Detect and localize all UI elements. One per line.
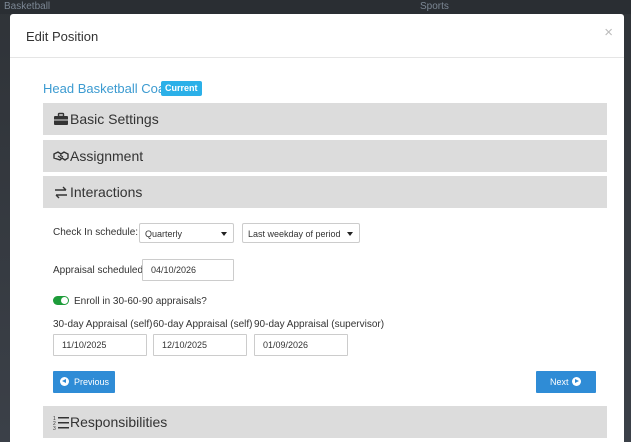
enroll-label: Enroll in 30-60-90 appraisals? bbox=[74, 296, 207, 307]
close-icon[interactable]: × bbox=[604, 24, 613, 41]
edit-position-modal: Edit Position × Head Basketball Coach Cu… bbox=[10, 14, 624, 442]
position-title-link[interactable]: Head Basketball Coach bbox=[43, 81, 179, 96]
period-value: Last weekday of period bbox=[248, 229, 341, 239]
enroll-toggle[interactable] bbox=[53, 296, 69, 305]
appraisal-30-label: 30-day Appraisal (self) bbox=[53, 319, 153, 330]
appraisal-90-input[interactable]: 01/09/2026 bbox=[254, 334, 348, 356]
period-select[interactable]: Last weekday of period bbox=[242, 223, 360, 243]
previous-button-label: Previous bbox=[74, 377, 110, 387]
handshake-icon bbox=[53, 151, 69, 161]
section-basic-settings[interactable]: Basic Settings bbox=[43, 103, 607, 135]
appraisal-scheduled-label: Appraisal scheduled: bbox=[53, 265, 146, 276]
appraisal-60-label: 60-day Appraisal (self) bbox=[153, 319, 253, 330]
section-responsibilities[interactable]: 1 2 3 Responsibilities bbox=[43, 406, 607, 438]
list-ol-icon: 1 2 3 bbox=[53, 416, 69, 430]
arrow-left-circle-icon bbox=[60, 377, 69, 386]
appraisal-90-label: 90-day Appraisal (supervisor) bbox=[254, 319, 385, 330]
section-label: Assignment bbox=[70, 148, 144, 164]
next-button-label: Next bbox=[550, 377, 569, 387]
appraisal-30-input[interactable]: 11/10/2025 bbox=[53, 334, 147, 356]
modal-header: Edit Position × bbox=[10, 14, 624, 58]
modal-title: Edit Position bbox=[26, 29, 99, 44]
section-assignment[interactable]: Assignment bbox=[43, 140, 607, 172]
status-badge: Current bbox=[161, 81, 202, 96]
appraisal-scheduled-input[interactable]: 04/10/2026 bbox=[142, 259, 234, 281]
background-right-text: Sports bbox=[420, 1, 449, 12]
arrow-right-circle-icon bbox=[572, 377, 581, 386]
background-left-text: Basketball bbox=[4, 1, 51, 12]
checkin-schedule-value: Quarterly bbox=[145, 229, 183, 239]
exchange-icon bbox=[55, 186, 67, 199]
briefcase-icon bbox=[54, 112, 68, 125]
appraisal-60-input[interactable]: 12/10/2025 bbox=[153, 334, 247, 356]
background-app-strip: Basketball Sports bbox=[0, 0, 631, 14]
checkin-schedule-select[interactable]: Quarterly bbox=[139, 223, 234, 243]
section-label: Responsibilities bbox=[70, 414, 168, 430]
previous-button[interactable]: Previous bbox=[53, 371, 115, 393]
checkin-schedule-label: Check In schedule: bbox=[53, 227, 139, 238]
section-label: Basic Settings bbox=[70, 111, 159, 127]
section-interactions[interactable]: Interactions bbox=[43, 176, 607, 208]
chevron-down-icon bbox=[347, 232, 353, 236]
svg-text:3: 3 bbox=[53, 426, 56, 430]
section-label: Interactions bbox=[70, 184, 143, 200]
chevron-down-icon bbox=[221, 232, 227, 236]
next-button[interactable]: Next bbox=[536, 371, 596, 393]
